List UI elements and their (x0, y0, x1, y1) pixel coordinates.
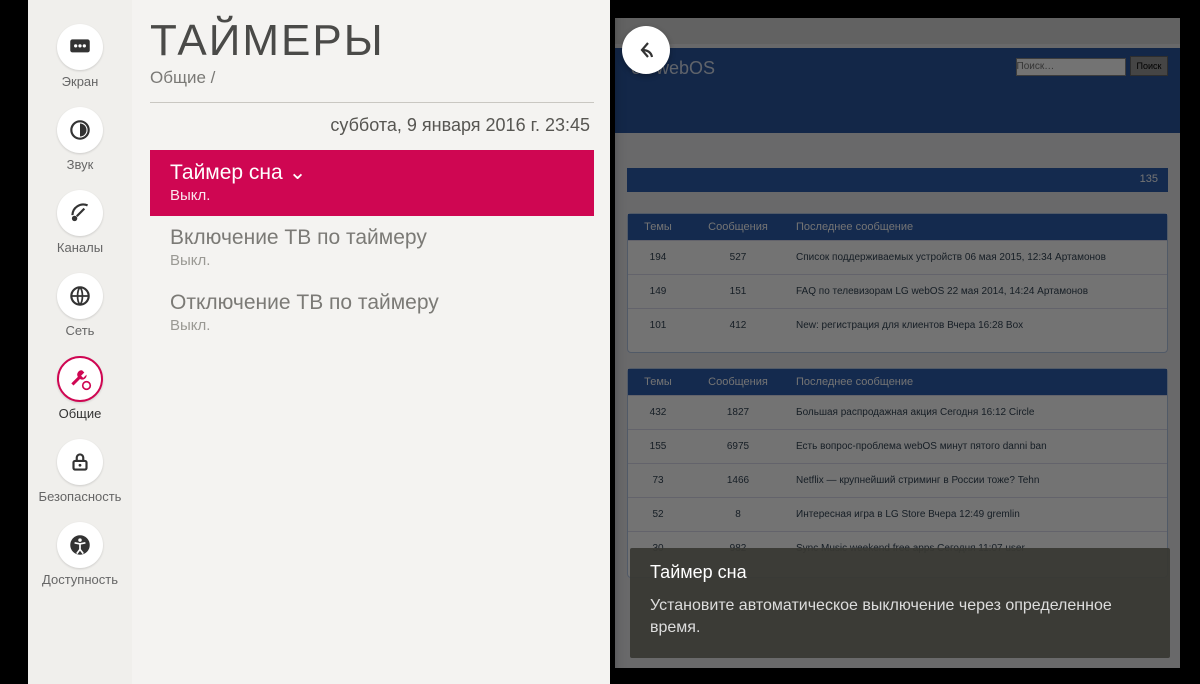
settings-sidebar: Экран Звук Каналы Сеть Общие Безопасност… (28, 0, 132, 684)
chevron-down-icon: ⌄ (289, 160, 307, 185)
sidebar-item-label: Безопасность (39, 489, 122, 504)
sidebar-item-label: Каналы (57, 240, 103, 255)
help-tooltip: Таймер сна Установите автоматическое вык… (630, 548, 1170, 658)
sidebar-item-network[interactable]: Сеть (36, 267, 124, 346)
option-value: Выкл. (170, 187, 574, 204)
option-power-off-timer[interactable]: Отключение ТВ по таймеру Выкл. (150, 281, 594, 346)
back-button[interactable] (622, 26, 670, 74)
wrench-gear-icon (67, 366, 93, 392)
forum-row: 194527Список поддерживаемых устройств 06… (628, 240, 1167, 274)
screen-icon (67, 34, 93, 60)
forum-section-header: Темы Сообщения Последнее сообщение (628, 369, 1167, 395)
forum-search-input[interactable] (1016, 58, 1126, 76)
forum-header: en webOS Поиск (615, 48, 1180, 133)
lock-icon (67, 449, 93, 475)
sidebar-item-accessibility[interactable]: Доступность (36, 516, 124, 595)
forum-row: 101412New: регистрация для клиентов Вчер… (628, 308, 1167, 342)
sound-icon (67, 117, 93, 143)
option-value: Выкл. (170, 317, 574, 334)
forum-row: 1556975Есть вопрос-проблема webOS минут … (628, 429, 1167, 463)
sidebar-item-label: Звук (67, 157, 94, 172)
back-arrow-icon (634, 38, 658, 62)
forum-section-1: Темы Сообщения Последнее сообщение 19452… (627, 213, 1168, 353)
tooltip-title: Таймер сна (650, 562, 1150, 583)
sidebar-item-security[interactable]: Безопасность (36, 433, 124, 512)
sidebar-item-sound[interactable]: Звук (36, 101, 124, 180)
option-sleep-timer[interactable]: Таймер сна ⌄ Выкл. (150, 150, 594, 216)
forum-row: 528Интересная игра в LG Store Вчера 12:4… (628, 497, 1167, 531)
option-title: Таймер сна (170, 161, 283, 184)
accessibility-icon (67, 532, 93, 558)
tooltip-body: Установите автоматическое выключение чер… (650, 595, 1150, 640)
breadcrumb: Общие / (150, 68, 594, 88)
forum-search-button[interactable]: Поиск (1130, 56, 1168, 76)
divider (150, 102, 594, 103)
option-title: Отключение ТВ по таймеру (170, 291, 574, 315)
sidebar-item-screen[interactable]: Экран (36, 18, 124, 97)
datetime-label: суббота, 9 января 2016 г. 23:45 (150, 109, 594, 150)
option-value: Выкл. (170, 252, 574, 269)
option-title: Включение ТВ по таймеру (170, 226, 574, 250)
forum-row: 4321827Большая распродажная акция Сегодн… (628, 395, 1167, 429)
forum-section-2: Темы Сообщения Последнее сообщение 43218… (627, 368, 1168, 578)
sidebar-item-label: Доступность (42, 572, 118, 587)
forum-row: 149151FAQ по телевизорам LG webOS 22 мая… (628, 274, 1167, 308)
sidebar-item-label: Сеть (66, 323, 95, 338)
satellite-icon (67, 200, 93, 226)
settings-panel: Экран Звук Каналы Сеть Общие Безопасност… (28, 0, 610, 684)
sidebar-item-channels[interactable]: Каналы (36, 184, 124, 263)
forum-strip: 135 (627, 168, 1168, 192)
globe-icon (67, 283, 93, 309)
sidebar-item-general[interactable]: Общие (36, 350, 124, 429)
settings-content: ТАЙМЕРЫ Общие / суббота, 9 января 2016 г… (132, 0, 610, 684)
option-power-on-timer[interactable]: Включение ТВ по таймеру Выкл. (150, 216, 594, 281)
sidebar-item-label: Экран (62, 74, 99, 89)
forum-search: Поиск (1016, 56, 1168, 76)
forum-section-header: Темы Сообщения Последнее сообщение (628, 214, 1167, 240)
sidebar-item-label: Общие (59, 406, 102, 421)
browser-titlebar (615, 18, 1180, 44)
page-title: ТАЙМЕРЫ (150, 16, 594, 66)
forum-row: 731466Netflix — крупнейший стриминг в Ро… (628, 463, 1167, 497)
